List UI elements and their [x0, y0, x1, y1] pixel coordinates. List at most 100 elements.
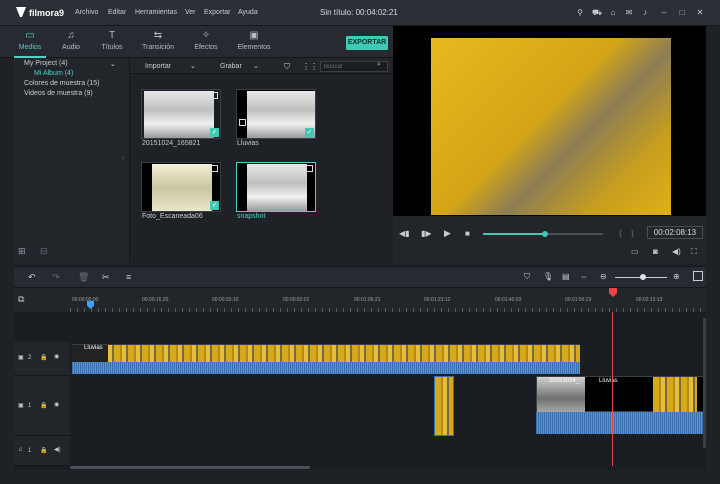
- thumb-image: [152, 164, 212, 211]
- vertical-scrollbar[interactable]: [703, 318, 706, 448]
- cut-icon[interactable]: ✂: [102, 272, 110, 283]
- text-icon: T: [108, 30, 116, 41]
- sidebar-item-colores[interactable]: Colores de muestra (15): [24, 80, 99, 87]
- video-track-icon: ▣: [18, 355, 24, 361]
- clip-lluvias-track2[interactable]: Lluvias: [72, 344, 580, 363]
- add-track-icon[interactable]: ⧉: [18, 294, 24, 305]
- clip-audio-waveform[interactable]: [72, 362, 580, 374]
- track-manager-icon[interactable]: [693, 271, 703, 281]
- folder-icon: ▭: [25, 30, 35, 41]
- sidebar-item-videos[interactable]: Videos de muestra (9): [24, 90, 93, 97]
- ruler-label: 00:01:56:23: [565, 297, 592, 303]
- filter-icon[interactable]: ⛉: [284, 62, 290, 72]
- search-icon[interactable]: ⌕: [377, 61, 381, 69]
- menu-editar[interactable]: Editar: [108, 9, 126, 16]
- minimize-icon[interactable]: –: [659, 8, 669, 18]
- export-button[interactable]: EXPORTAR: [346, 36, 388, 50]
- microphone-icon[interactable]: 🎙: [543, 272, 553, 281]
- chevron-down-icon[interactable]: ⌄: [110, 60, 116, 68]
- remove-folder-icon[interactable]: ⊟: [40, 246, 48, 257]
- cart-icon[interactable]: ⛟: [592, 8, 602, 18]
- stop-icon[interactable]: ■: [465, 229, 470, 238]
- lock-icon[interactable]: 🔒: [40, 447, 47, 454]
- timeline-toolbar: ↶ ↷ 🗑 ✂ ≡ ⛉ 🎙 ▤ ⇔ ⊖ ⊕: [14, 266, 706, 288]
- zoom-out-icon[interactable]: ⊖: [600, 272, 607, 281]
- ruler-label: 00:01:06:21: [354, 297, 381, 303]
- eye-icon[interactable]: ◉: [54, 353, 59, 360]
- zoom-slider-handle[interactable]: [640, 274, 646, 280]
- step-icon[interactable]: ▮▶: [421, 229, 432, 238]
- video-type-icon: [211, 92, 218, 99]
- play-icon[interactable]: ▶: [444, 228, 451, 239]
- snapshot-icon[interactable]: ◙: [653, 247, 658, 256]
- horizontal-scrollbar[interactable]: [70, 466, 310, 469]
- mail-icon[interactable]: ✉: [624, 8, 634, 18]
- app-logo-text: filmora9: [29, 8, 65, 18]
- redo-icon[interactable]: ↷: [52, 272, 60, 283]
- close-icon[interactable]: ✕: [695, 8, 705, 18]
- lock-icon[interactable]: 🔒: [40, 354, 47, 361]
- clip-thumb: [653, 377, 697, 413]
- media-item-20151024[interactable]: ✓: [141, 89, 221, 139]
- record-chevron-icon[interactable]: ⌄: [253, 62, 259, 70]
- volume-icon[interactable]: ◀): [672, 247, 681, 256]
- marker-icon[interactable]: ⛉: [524, 272, 530, 282]
- clip-audio-waveform[interactable]: [536, 412, 706, 434]
- menu-ayuda[interactable]: Ayuda: [238, 9, 258, 16]
- checked-icon: ✓: [305, 128, 314, 137]
- media-item-snapshot[interactable]: [236, 162, 316, 212]
- timeline-ruler[interactable]: ⧉ 00:00:00:00 00:00:16:20 00:00:33:10 00…: [14, 288, 706, 312]
- maximize-icon[interactable]: □: [677, 8, 687, 18]
- grid-view-icon[interactable]: ⋮⋮: [302, 62, 318, 71]
- tab-titulos[interactable]: T Títulos: [96, 28, 128, 56]
- tab-efectos[interactable]: ✧ Efectos: [190, 28, 222, 56]
- notification-icon[interactable]: ♪: [640, 8, 650, 18]
- menu-exportar[interactable]: Exportar: [204, 9, 230, 16]
- title-bar: filmora9 Archivo Editar Herramientas Ver…: [0, 0, 720, 26]
- lock-icon[interactable]: 🔒: [40, 402, 47, 409]
- menu-archivo[interactable]: Archivo: [75, 9, 98, 16]
- split-screen-icon[interactable]: ⇔: [580, 272, 588, 281]
- sidebar-item-my-project[interactable]: My Project (4): [24, 60, 68, 67]
- clip-20151024-track1[interactable]: 20151024_ Lluvias: [536, 376, 706, 413]
- account-icon[interactable]: ⚲: [575, 8, 585, 18]
- clip-small-track1[interactable]: [434, 376, 454, 436]
- tab-medios[interactable]: ▭ Medios: [14, 28, 46, 56]
- previous-frame-icon[interactable]: ◀▮: [399, 229, 410, 238]
- sidebar-item-mi-album[interactable]: Mi Album (4): [34, 70, 73, 77]
- delete-icon[interactable]: 🗑: [78, 272, 89, 283]
- ruler-label: 00:00:33:10: [212, 297, 239, 303]
- menu-herramientas[interactable]: Herramientas: [135, 9, 177, 16]
- thumb-image: [247, 164, 307, 211]
- display-settings-icon[interactable]: ▭: [631, 247, 639, 256]
- zoom-in-icon[interactable]: ⊕: [673, 272, 680, 281]
- import-chevron-icon[interactable]: ⌄: [190, 62, 196, 70]
- collapse-sidebar-icon[interactable]: ‹: [122, 155, 124, 162]
- ruler-label: 00:00:00:00: [72, 297, 99, 303]
- volume-icon[interactable]: ◀): [54, 446, 61, 453]
- store-icon[interactable]: ⌂: [608, 8, 618, 18]
- media-item-lluvias[interactable]: ✓: [236, 89, 316, 139]
- tab-audio[interactable]: ♫ Audio: [56, 28, 86, 56]
- import-button[interactable]: Importar: [145, 63, 171, 70]
- image-type-icon: [306, 165, 313, 172]
- eye-icon[interactable]: ◉: [54, 401, 59, 408]
- preview-progress-track[interactable]: [483, 231, 603, 237]
- mark-out-icon[interactable]: }: [631, 229, 634, 238]
- fullscreen-icon[interactable]: ⛶: [691, 247, 697, 257]
- mark-in-icon[interactable]: {: [619, 229, 622, 238]
- record-button[interactable]: Grabar: [220, 63, 242, 70]
- tab-transicion-label: Transición: [141, 44, 175, 51]
- tab-elementos[interactable]: ▣ Elementos: [234, 28, 274, 56]
- filmora-logo-icon: [16, 7, 26, 17]
- tab-transicion[interactable]: ⇆ Transición: [138, 28, 178, 56]
- undo-icon[interactable]: ↶: [28, 272, 36, 283]
- media-item-foto-escaneada[interactable]: ✓: [141, 162, 221, 212]
- media-toolbar: ▭ Medios ♫ Audio T Títulos ⇆ Transición ✧ Efe…: [0, 26, 393, 58]
- adjust-icon[interactable]: ≡: [126, 272, 131, 282]
- preview-progress-handle[interactable]: [542, 231, 549, 237]
- add-folder-icon[interactable]: ⊞: [18, 246, 26, 257]
- menu-ver[interactable]: Ver: [185, 9, 196, 16]
- video-type-icon: [239, 119, 246, 126]
- voiceover-icon[interactable]: ▤: [562, 272, 570, 281]
